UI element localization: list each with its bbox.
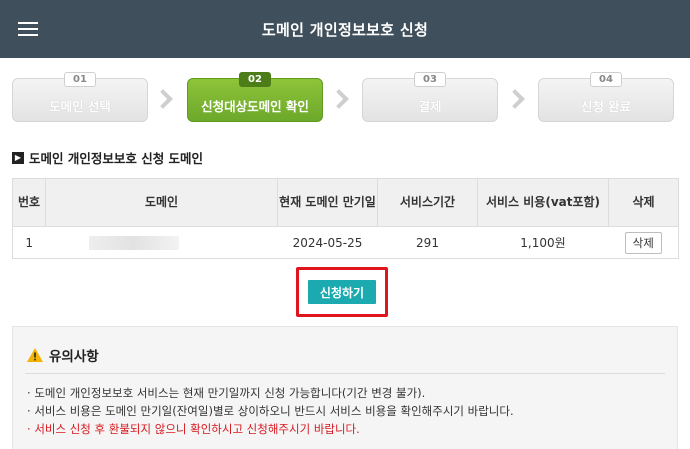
step-label: 신청 완료	[580, 99, 632, 114]
step-1: 01 도메인 선택	[12, 72, 148, 122]
warning-icon	[27, 348, 43, 362]
step-arrow-icon	[156, 92, 170, 108]
step-number: 01	[64, 72, 96, 87]
cell-delete: 삭제	[608, 226, 679, 259]
step-label: 신청대상도메인 확인	[201, 99, 309, 114]
step-number: 03	[414, 72, 446, 87]
notice-divider	[25, 373, 665, 374]
step-arrow-icon	[332, 92, 346, 108]
table-header-row: 번호 도메인 현재 도메인 만기일 서비스기간 서비스 비용(vat포함) 삭제	[12, 178, 679, 227]
section-title: ▶ 도메인 개인정보보호 신청 도메인	[12, 148, 203, 167]
notice-item: 도메인 개인정보보호 서비스는 현재 만기일까지 신청 가능합니다(기간 변경 …	[27, 384, 514, 402]
step-number: 04	[590, 72, 622, 87]
step-label: 도메인 선택	[49, 99, 111, 114]
apply-button[interactable]: 신청하기	[308, 280, 376, 304]
section-title-text: 도메인 개인정보보호 신청 도메인	[29, 151, 204, 166]
col-header-no: 번호	[12, 178, 46, 227]
step-3: 03 결제	[362, 72, 498, 122]
redacted-domain	[88, 235, 179, 250]
notice-item-warning: 서비스 신청 후 환불되지 않으니 확인하시고 신청해주시기 바랍니다.	[27, 420, 514, 438]
col-header-period: 서비스기간	[377, 178, 478, 227]
step-4: 04 신청 완료	[538, 72, 674, 122]
col-header-cost: 서비스 비용(vat포함)	[477, 178, 609, 227]
notice-list: 도메인 개인정보보호 서비스는 현재 만기일까지 신청 가능합니다(기간 변경 …	[27, 384, 514, 438]
notice-title: 유의사항	[27, 345, 99, 365]
apply-button-highlight: 신청하기	[296, 267, 388, 317]
cell-period: 291	[377, 226, 478, 259]
delete-button[interactable]: 삭제	[624, 231, 662, 254]
top-header: 도메인 개인정보보호 신청	[0, 0, 690, 58]
play-square-icon: ▶	[12, 151, 24, 164]
step-label: 결제	[418, 99, 442, 114]
cell-domain	[45, 226, 278, 259]
col-header-expiry: 현재 도메인 만기일	[277, 178, 378, 227]
page-title: 도메인 개인정보보호 신청	[261, 21, 429, 39]
cell-no: 1	[12, 226, 46, 259]
col-header-delete: 삭제	[608, 178, 679, 227]
step-2-current: 02 신청대상도메인 확인	[187, 72, 323, 122]
domain-table: 번호 도메인 현재 도메인 만기일 서비스기간 서비스 비용(vat포함) 삭제…	[12, 178, 679, 259]
step-arrow-icon	[508, 92, 522, 108]
notice-box: 유의사항 도메인 개인정보보호 서비스는 현재 만기일까지 신청 가능합니다(기…	[12, 326, 678, 449]
step-number: 02	[239, 72, 271, 87]
notice-item: 서비스 비용은 도메인 만기일(잔여일)별로 상이하오니 반드시 서비스 비용을…	[27, 402, 513, 420]
cell-cost: 1,100원	[477, 226, 609, 259]
step-progress: 01 도메인 선택 02 신청대상도메인 확인 03 결제 04 신청 완료	[0, 72, 690, 128]
cell-expiry: 2024-05-25	[277, 226, 378, 259]
col-header-domain: 도메인	[45, 178, 278, 227]
table-row: 1 2024-05-25 291 1,100원 삭제	[12, 226, 679, 259]
notice-title-text: 유의사항	[49, 349, 99, 365]
